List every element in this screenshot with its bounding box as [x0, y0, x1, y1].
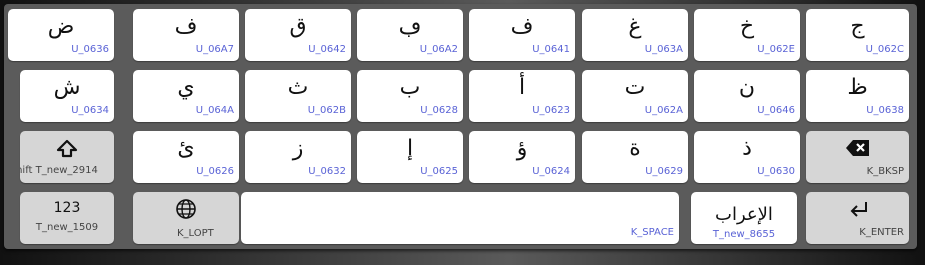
key-glyph: ڢ [398, 14, 422, 39]
key-u0625[interactable]: إ U_0625 [357, 131, 463, 183]
key-glyph: ي [177, 75, 195, 100]
key-glyph: ب [399, 75, 421, 100]
key-u064a[interactable]: ي U_064A [133, 70, 239, 122]
key-glyph: ز [292, 136, 304, 161]
key-glyph: خ [739, 14, 755, 39]
key-code: U_0628 [420, 105, 458, 116]
key-u062a[interactable]: ت U_062A [582, 70, 688, 122]
key-glyph: ق [289, 14, 307, 39]
shift-label: hift T_new_2914 [20, 165, 98, 176]
key-u0624[interactable]: ؤ U_0624 [469, 131, 575, 183]
key-code: U_0623 [532, 105, 570, 116]
key-glyph: إ [406, 136, 414, 161]
key-u0630[interactable]: ذ U_0630 [694, 131, 800, 183]
key-glyph: ف [510, 14, 534, 39]
key-u0628[interactable]: ب U_0628 [357, 70, 463, 122]
key-glyph: ة [629, 136, 641, 161]
key-code: U_062A [644, 105, 683, 116]
key-u0626[interactable]: ئ U_0626 [133, 131, 239, 183]
backspace-label: K_BKSP [866, 166, 904, 177]
key-u062e[interactable]: خ U_062E [694, 9, 800, 61]
key-code: U_0641 [532, 44, 570, 55]
key-glyph: ش [53, 75, 81, 100]
key-code: U_0636 [71, 44, 109, 55]
key-u0638[interactable]: ظ U_0638 [806, 70, 909, 122]
key-glyph: أ [518, 75, 526, 100]
numbers-code: T_new_1509 [35, 222, 99, 233]
key-glyph: ظ [847, 75, 868, 100]
enter-label: K_ENTER [859, 227, 904, 238]
key-glyph: ت [624, 75, 646, 100]
space-label: K_SPACE [630, 227, 674, 238]
shift-key[interactable]: hift T_new_2914 [20, 131, 114, 183]
key-u0629[interactable]: ة U_0629 [582, 131, 688, 183]
key-glyph: ج [850, 14, 865, 39]
key-glyph: ث [287, 75, 309, 100]
key-code: U_062E [757, 44, 795, 55]
key-glyph: ذ [742, 136, 752, 161]
key-u0632[interactable]: ز U_0632 [245, 131, 351, 183]
diacritics-label: الإعراب [715, 204, 773, 225]
key-code: U_0634 [71, 105, 109, 116]
key-glyph: ئ [177, 136, 195, 161]
language-key[interactable]: K_LOPT [133, 192, 239, 244]
key-u0623[interactable]: أ U_0623 [469, 70, 575, 122]
diacritics-key[interactable]: الإعراب T_new_8655 [691, 192, 797, 244]
keyboard: ض U_0636 ف U_06A7 ق U_0642 ڢ U_06A2 ف U_… [4, 4, 917, 249]
shift-arrow-icon [20, 139, 114, 163]
key-code: U_062C [865, 44, 904, 55]
key-glyph: ؤ [516, 136, 528, 161]
key-glyph: ض [47, 14, 75, 39]
numbers-key[interactable]: 123 T_new_1509 [20, 192, 114, 244]
key-code: U_0642 [308, 44, 346, 55]
key-code: U_063A [644, 44, 683, 55]
key-code: U_06A2 [419, 44, 458, 55]
key-u0636[interactable]: ض U_0636 [8, 9, 114, 61]
enter-icon [806, 200, 909, 222]
key-code: U_0638 [866, 105, 904, 116]
key-code: U_0626 [196, 166, 234, 177]
globe-icon [133, 198, 239, 224]
key-glyph: ف [174, 14, 198, 39]
language-label: K_LOPT [177, 228, 214, 239]
key-code: U_0624 [532, 166, 570, 177]
numbers-label: 123 [53, 200, 81, 216]
backspace-key[interactable]: K_BKSP [806, 131, 909, 183]
key-code: U_064A [195, 105, 234, 116]
enter-key[interactable]: K_ENTER [806, 192, 909, 244]
key-u0642[interactable]: ق U_0642 [245, 9, 351, 61]
key-u0646[interactable]: ن U_0646 [694, 70, 800, 122]
key-code: U_06A7 [195, 44, 234, 55]
key-code: U_062B [307, 105, 346, 116]
key-u0641[interactable]: ف U_0641 [469, 9, 575, 61]
key-code: U_0629 [645, 166, 683, 177]
key-u063a[interactable]: غ U_063A [582, 9, 688, 61]
key-glyph: ن [738, 75, 756, 100]
key-u062c[interactable]: ج U_062C [806, 9, 909, 61]
diacritics-code: T_new_8655 [712, 229, 776, 240]
key-code: U_0625 [420, 166, 458, 177]
key-code: U_0632 [308, 166, 346, 177]
key-u062b[interactable]: ث U_062B [245, 70, 351, 122]
key-glyph: غ [628, 14, 642, 39]
key-u06a2[interactable]: ڢ U_06A2 [357, 9, 463, 61]
key-u0634[interactable]: ش U_0634 [20, 70, 114, 122]
key-code: U_0630 [757, 166, 795, 177]
key-u06a7[interactable]: ف U_06A7 [133, 9, 239, 61]
key-code: U_0646 [757, 105, 795, 116]
backspace-icon [806, 139, 909, 161]
space-key[interactable]: K_SPACE [241, 192, 679, 244]
